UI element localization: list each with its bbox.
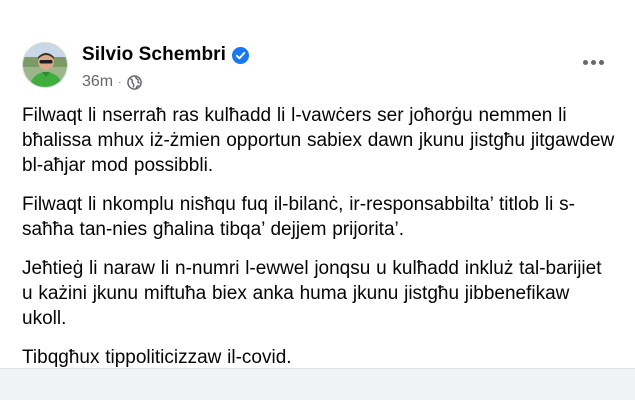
post-paragraph: Filwaqt li nkomplu nisħqu fuq il-bilanċ,… [22,194,575,240]
post-meta: 36m · [82,73,249,91]
more-options-button[interactable] [579,52,607,72]
ellipsis-icon [598,59,604,65]
post-timestamp[interactable]: 36m [82,73,113,91]
author-row: Silvio Schembri [82,44,250,66]
globe-icon[interactable] [127,74,143,90]
avatar[interactable] [22,42,68,88]
ellipsis-icon [590,59,596,65]
profile-photo-icon [23,43,67,87]
post-header: Silvio Schembri 36m · [22,42,617,92]
meta-separator: · [118,76,122,88]
verified-badge-icon [232,46,250,64]
author-name[interactable]: Silvio Schembri [82,44,226,66]
author-block: Silvio Schembri 36m · [82,44,250,91]
ellipsis-icon [582,59,588,65]
post-paragraph: Jeħtieġ li naraw li n-numri l-ewwel jonq… [22,258,602,329]
post-paragraph: Tibqgħux tippoliticizzaw il-covid. [22,347,292,368]
card-divider [0,368,635,369]
post-paragraph: Filwaqt li nserraħ ras kulħadd li l-vawċ… [22,105,615,176]
post-card: Silvio Schembri 36m · Filwaqt li nserraħ… [0,0,635,368]
post-body: Filwaqt li nserraħ ras kulħadd li l-vawċ… [22,103,617,384]
